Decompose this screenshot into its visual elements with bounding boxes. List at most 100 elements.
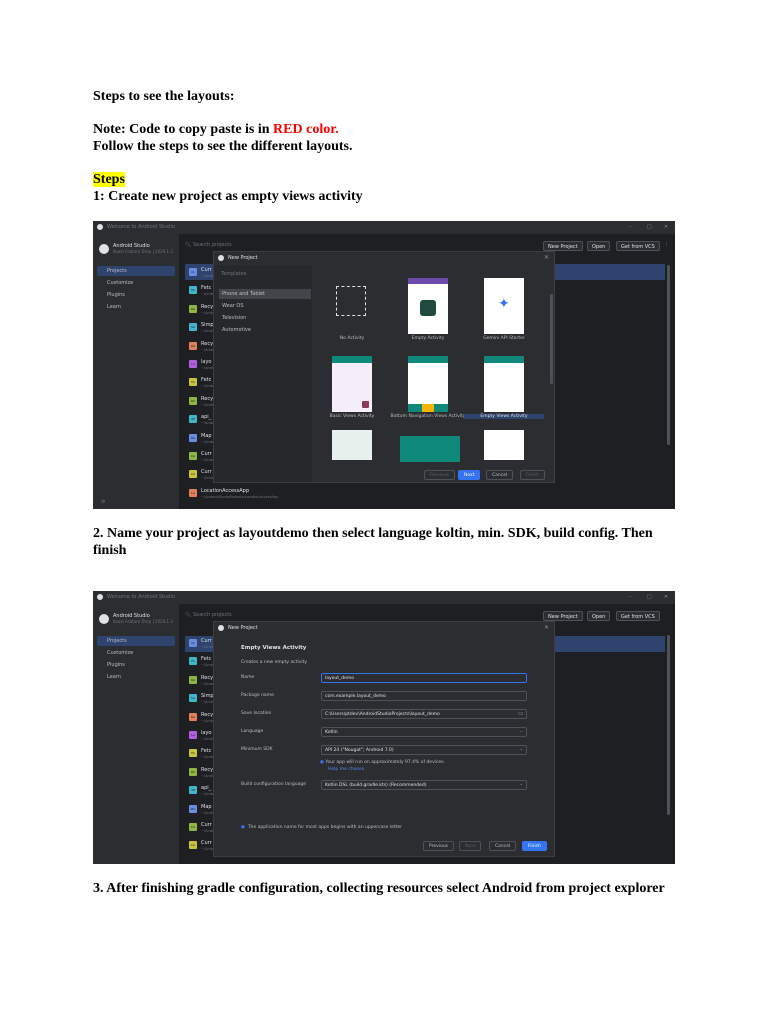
cancel-button[interactable]: Cancel	[486, 470, 514, 480]
gemini-star-icon: ✦	[498, 296, 510, 312]
project-icon: SA	[189, 694, 197, 703]
tile-bottom-navigation[interactable]: Bottom Navigation Views Activity	[388, 350, 468, 420]
project-icon: MA	[189, 433, 197, 442]
sidebar-item-plugins[interactable]: Plugins	[97, 660, 175, 670]
tile-no-activity[interactable]: No Activity	[312, 272, 392, 342]
close-icon[interactable]: ✕	[544, 624, 549, 631]
category-wear-os[interactable]: Wear OS	[219, 301, 311, 311]
sidebar-item-projects[interactable]: Projects	[97, 636, 175, 646]
sidebar-item-plugins[interactable]: Plugins	[97, 290, 175, 300]
android-studio-icon	[97, 594, 103, 600]
tile-basic-views-activity[interactable]: Basic Views Activity	[312, 350, 392, 420]
list-item[interactable]: LA LocationAccessApp ~\AndroidStudioProj…	[189, 487, 489, 503]
get-from-vcs-button[interactable]: Get from VCS	[616, 611, 660, 621]
tile-empty-views-activity[interactable]: Empty Views Activity	[464, 350, 544, 420]
project-icon: FA	[189, 749, 197, 758]
tile-label: Empty Views Activity	[464, 414, 544, 419]
save-location-input[interactable]: C:\Users\ptdev\AndroidStudioProjects\lay…	[321, 709, 527, 719]
next-button[interactable]: Next	[459, 841, 482, 851]
scrollbar[interactable]	[667, 635, 670, 815]
footer-note-text: The application name for most apps begin…	[247, 825, 402, 830]
category-television[interactable]: Television	[219, 313, 311, 323]
project-icon: SA	[189, 323, 197, 332]
maximize-icon[interactable]: □	[647, 594, 652, 600]
project-icon: CA	[189, 452, 197, 460]
new-project-button[interactable]: New Project	[543, 241, 583, 251]
more-icon[interactable]: ⋮	[664, 242, 669, 248]
project-name: Recy	[201, 395, 214, 402]
sidebar-item-learn[interactable]: Learn	[97, 672, 175, 682]
open-button[interactable]: Open	[587, 611, 611, 621]
minimize-icon[interactable]: –	[629, 594, 632, 600]
name-label: Name	[241, 675, 255, 680]
dialog-title: New Project	[228, 625, 258, 631]
package-input[interactable]: com.example.layout_demo	[321, 691, 527, 701]
scrollbar[interactable]	[667, 265, 670, 445]
previous-button[interactable]: Previous	[424, 470, 456, 480]
note-prefix: Note: Code to copy paste is in	[93, 122, 274, 137]
project-name: Map	[201, 432, 212, 439]
close-icon[interactable]: ✕	[544, 254, 549, 261]
project-name: Fetc	[201, 748, 212, 755]
close-icon[interactable]: ✕	[664, 594, 668, 600]
configure-project-dialog: New Project ✕ Empty Views Activity Creat…	[213, 621, 555, 857]
project-icon: LA	[189, 489, 197, 497]
open-button[interactable]: Open	[587, 241, 611, 251]
min-sdk-label: Minimum SDK	[241, 747, 273, 752]
sidebar-item-projects[interactable]: Projects	[97, 266, 175, 276]
save-location-label: Save location	[241, 711, 272, 716]
dialog-title: New Project	[228, 255, 258, 261]
project-name: Simp	[201, 693, 214, 700]
finish-button[interactable]: Finish	[520, 470, 545, 480]
dialog-scrollbar[interactable]	[550, 294, 553, 384]
finish-button[interactable]: Finish	[522, 841, 547, 851]
project-name: Curr	[201, 267, 212, 273]
tile-empty-activity[interactable]: Empty Activity	[388, 272, 468, 342]
min-sdk-select[interactable]: API 24 ("Nougat"; Android 7.0)	[321, 745, 527, 755]
name-input[interactable]: layout_demo	[321, 673, 527, 683]
get-from-vcs-button[interactable]: Get from VCS	[616, 241, 660, 251]
sidebar: Android Studio Koala Feature Drop | 2024…	[93, 234, 179, 509]
project-name: Curr	[201, 451, 212, 457]
project-icon: CL	[189, 639, 197, 647]
app-version: Koala Feature Drop | 2024.1.2	[113, 619, 173, 624]
folder-icon[interactable]: ▭	[518, 710, 524, 717]
build-config-label: Build configuration language	[241, 782, 306, 787]
config-heading: Empty Views Activity	[241, 645, 307, 651]
window-title: Welcome to Android Studio	[107, 594, 175, 600]
app-version: Koala Feature Drop | 2024.1.2	[113, 249, 173, 254]
project-icon: CA	[189, 841, 197, 850]
search-input[interactable]: 🔍︎ Search projects	[185, 612, 232, 618]
sidebar-item-customize[interactable]: Customize	[97, 278, 175, 288]
gear-icon[interactable]: ⚙	[101, 499, 105, 505]
studio-logo-icon	[99, 244, 109, 254]
sidebar-item-customize[interactable]: Customize	[97, 648, 175, 658]
previous-button[interactable]: Previous	[423, 841, 455, 851]
game-template-preview	[484, 430, 524, 460]
tile-gemini-api-starter[interactable]: ✦ Gemini API Starter	[464, 272, 544, 342]
close-icon[interactable]: ✕	[664, 224, 668, 230]
category-automotive[interactable]: Automotive	[219, 325, 311, 335]
project-icon: LA	[189, 731, 197, 739]
category-phone-tablet[interactable]: Phone and Tablet	[219, 289, 311, 299]
help-me-choose-link[interactable]: Help me choose	[328, 767, 364, 772]
next-button[interactable]: Next	[458, 470, 481, 480]
sidebar-item-learn[interactable]: Learn	[97, 302, 175, 312]
phone-preview	[484, 356, 524, 412]
footer-note: ● The application name for most apps beg…	[241, 825, 402, 830]
note-line: Note: Code to copy paste is in RED color…	[93, 121, 339, 138]
tile-label: No Activity	[339, 336, 365, 341]
cancel-button[interactable]: Cancel	[489, 841, 517, 851]
title-bar: Welcome to Android Studio – □ ✕	[93, 591, 675, 604]
build-config-select[interactable]: Kotlin DSL (build.gradle.kts) (Recommend…	[321, 780, 527, 790]
language-select[interactable]: Kotlin	[321, 727, 527, 737]
project-name: Recy	[201, 674, 214, 681]
project-icon: CL	[189, 268, 197, 276]
project-name: api_	[201, 414, 212, 421]
project-icon: FA	[189, 378, 197, 387]
maximize-icon[interactable]: □	[647, 224, 652, 230]
minimize-icon[interactable]: –	[629, 224, 632, 230]
search-input[interactable]: 🔍︎ Search projects	[185, 242, 232, 248]
phone-preview: ✦	[484, 278, 524, 334]
new-project-button[interactable]: New Project	[543, 611, 583, 621]
